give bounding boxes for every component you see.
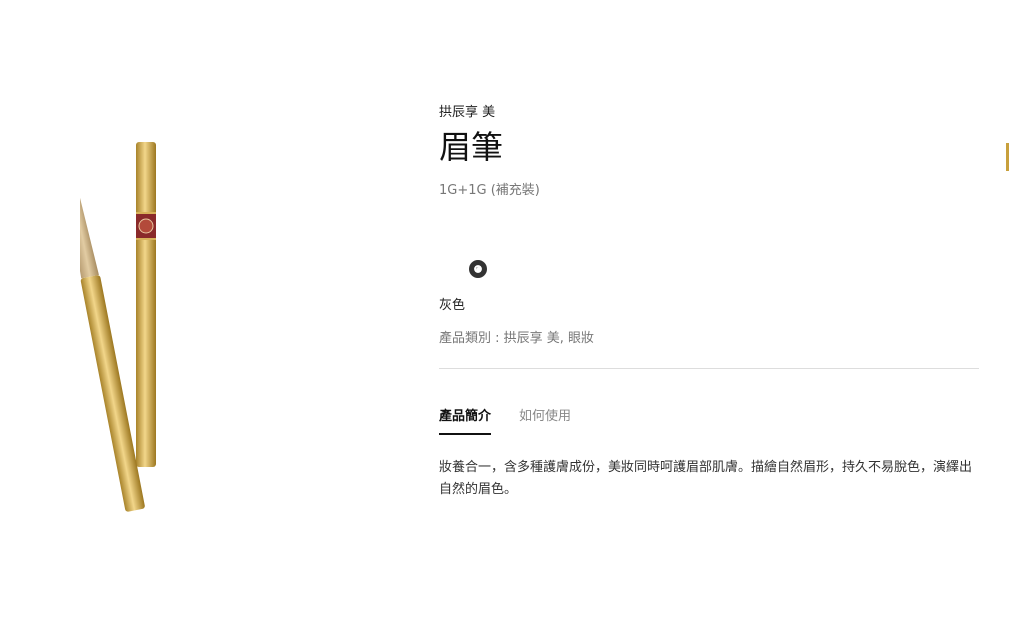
product-image [67,130,180,520]
product-size: 1G+1G (補充裝) [439,183,540,198]
swatch-selected-indicator [476,267,481,272]
tab-product-intro[interactable]: 產品簡介 [439,405,492,435]
product-description: 妝養合一，含多種護膚成份，美妝同時呵護眉部肌膚。描繪自然眉形，持久不易脫色，演繹… [439,460,973,497]
product-info: 拱辰享 美 眉筆 1G+1G (補充裝) 灰色 產品類別 : 拱辰享 美, 眼妝… [439,96,979,501]
selected-color-label: 灰色 [439,298,466,313]
color-swatches [439,260,979,284]
tab-how-to-use[interactable]: 如何使用 [519,405,571,435]
product-title: 眉筆 [439,128,504,166]
divider [439,368,979,369]
product-category: 產品類別 : 拱辰享 美, 眼妝 [439,331,595,346]
product-brand[interactable]: 拱辰享 美 [439,101,979,120]
product-tabs: 產品簡介 如何使用 [439,405,979,435]
